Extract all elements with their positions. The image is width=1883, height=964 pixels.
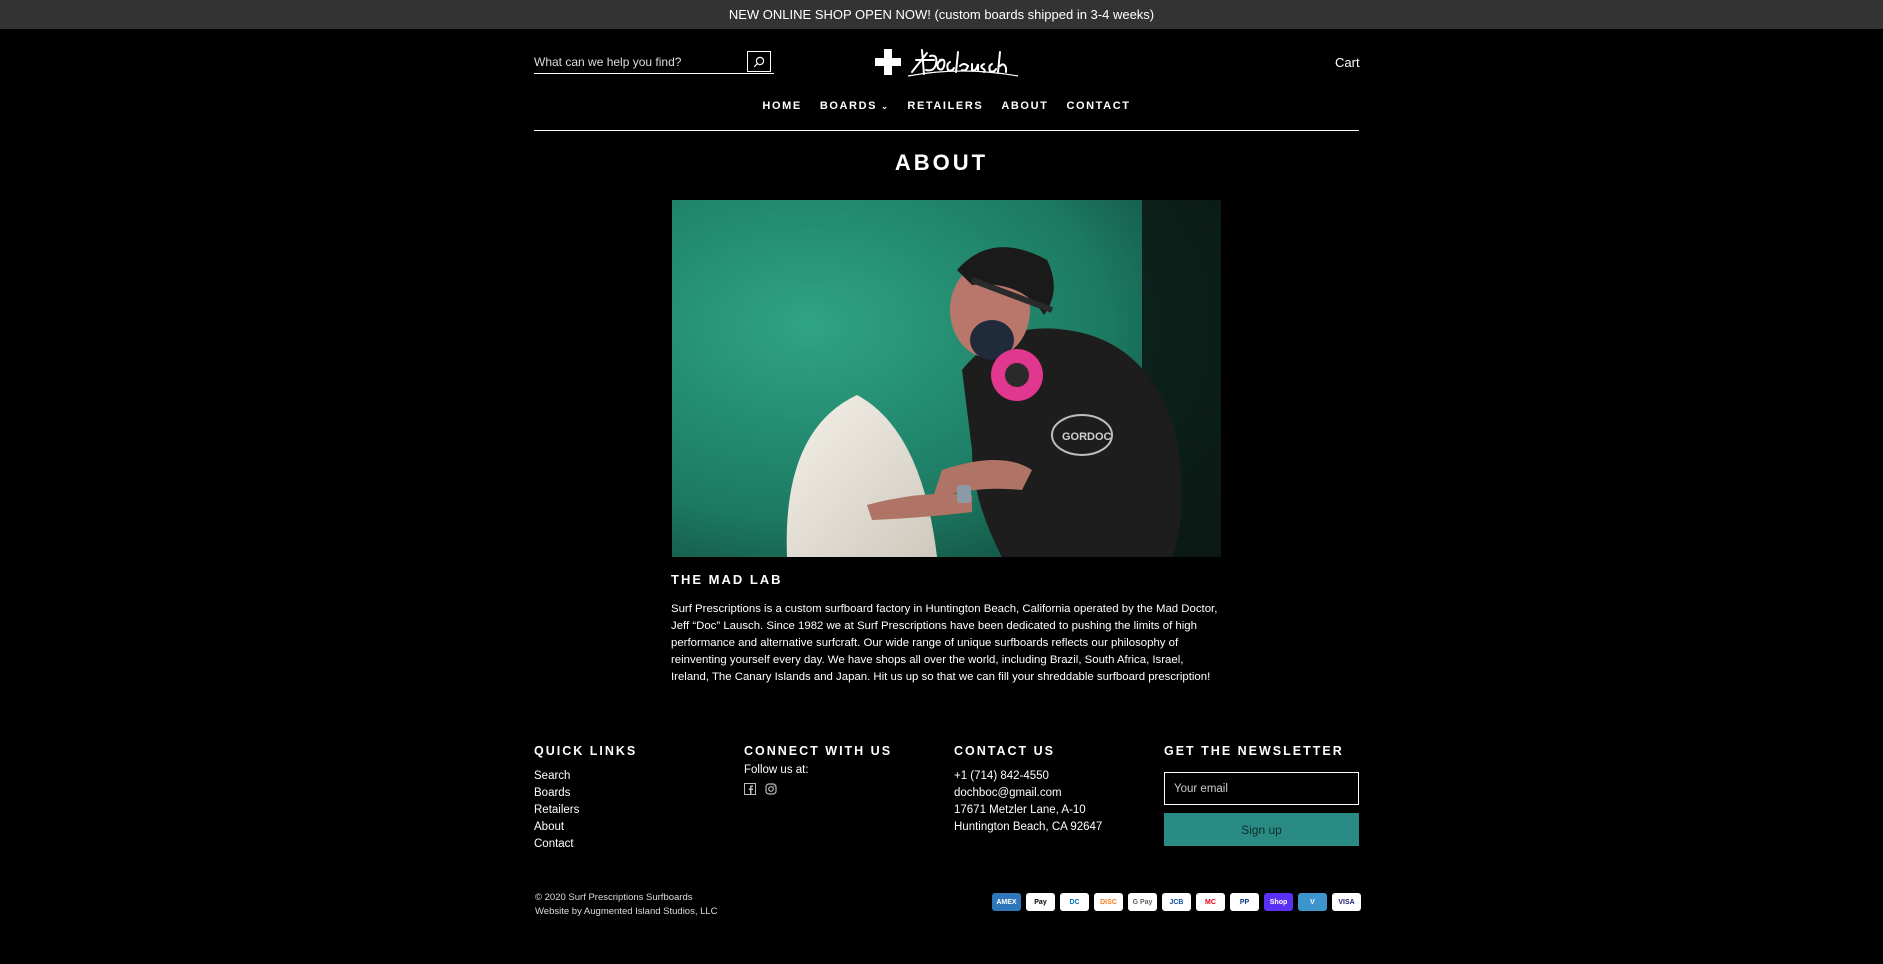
header-divider: [534, 130, 1359, 131]
paypal-icon: PP: [1230, 893, 1259, 911]
google-pay-icon: G Pay: [1128, 893, 1157, 911]
footer-link-contact[interactable]: Contact: [534, 836, 637, 853]
amex-icon: AMEX: [992, 893, 1021, 911]
copyright: © 2020 Surf Prescriptions Surfboards Web…: [535, 891, 718, 919]
main-nav: HOME BOARDS ⌄ RETAILERS ABOUT CONTACT: [534, 100, 1359, 112]
instagram-icon[interactable]: [765, 783, 777, 795]
diners-club-icon: DC: [1060, 893, 1089, 911]
nav-item-boards-label: BOARDS: [819, 100, 878, 112]
nav-item-retailers[interactable]: RETAILERS: [907, 100, 983, 112]
newsletter-signup-button[interactable]: Sign up: [1164, 813, 1359, 846]
facebook-icon[interactable]: [744, 783, 756, 795]
payment-icons: AMEX Pay DC DISC G Pay JCB MC PP Shop V …: [992, 893, 1361, 911]
footer-link-about[interactable]: About: [534, 819, 637, 836]
newsletter-email-input[interactable]: [1164, 772, 1359, 805]
follow-text: Follow us at:: [744, 764, 809, 776]
contact-address-line1: 17671 Metzler Lane, A-10: [954, 804, 1086, 816]
chevron-down-icon: ⌄: [881, 102, 890, 111]
contact-address-line2: Huntington Beach, CA 92647: [954, 821, 1103, 833]
venmo-icon: V: [1298, 893, 1327, 911]
search-input[interactable]: [534, 54, 739, 70]
discover-icon: DISC: [1094, 893, 1123, 911]
footer-heading-quick-links: QUICK LINKS: [534, 744, 638, 758]
footer-heading-contact: CONTACT US: [954, 744, 1056, 758]
footer-heading-newsletter: GET THE NEWSLETTER: [1164, 744, 1344, 758]
search-icon: [753, 56, 765, 67]
mastercard-icon: MC: [1196, 893, 1225, 911]
apple-pay-icon: Pay: [1026, 893, 1055, 911]
footer-connect: CONNECT WITH US Follow us at:: [744, 744, 892, 795]
section-heading: THE MAD LAB: [671, 572, 783, 587]
hero-image: GORDOC: [672, 200, 1221, 557]
announcement-text: NEW ONLINE SHOP OPEN NOW! (custom boards…: [728, 7, 1155, 22]
footer-quick-links: QUICK LINKS Search Boards Retailers Abou…: [534, 744, 637, 853]
jcb-icon: JCB: [1162, 893, 1191, 911]
contact-phone[interactable]: +1 (714) 842-4550: [954, 768, 1102, 785]
copyright-text[interactable]: © 2020 Surf Prescriptions Surfboards: [535, 891, 718, 905]
footer-link-retailers[interactable]: Retailers: [534, 802, 637, 819]
about-body: Surf Prescriptions is a custom surfboard…: [671, 603, 1218, 683]
footer-heading-connect: CONNECT WITH US: [744, 744, 893, 758]
cart-link[interactable]: Cart: [1335, 55, 1360, 70]
footer-newsletter: GET THE NEWSLETTER: [1164, 744, 1344, 768]
credit-text[interactable]: Website by Augmented Island Studios, LLC: [535, 905, 718, 919]
footer-link-search[interactable]: Search: [534, 768, 637, 785]
nav-item-about[interactable]: ABOUT: [1001, 100, 1048, 112]
search-form: [534, 51, 774, 74]
page-title: ABOUT: [894, 150, 989, 175]
site-logo[interactable]: [872, 46, 1022, 80]
nav-item-home[interactable]: HOME: [762, 100, 801, 112]
visa-icon: VISA: [1332, 893, 1361, 911]
nav-item-contact[interactable]: CONTACT: [1066, 100, 1130, 112]
footer-link-boards[interactable]: Boards: [534, 785, 637, 802]
nav-item-boards[interactable]: BOARDS ⌄: [820, 100, 890, 112]
search-button[interactable]: [747, 51, 771, 72]
shop-pay-icon: Shop: [1264, 893, 1293, 911]
footer-contact: CONTACT US +1 (714) 842-4550 dochboc@gma…: [954, 744, 1102, 836]
announcement-bar: NEW ONLINE SHOP OPEN NOW! (custom boards…: [0, 0, 1883, 29]
contact-email[interactable]: dochboc@gmail.com: [954, 785, 1102, 802]
svg-text:GORDOC: GORDOC: [1062, 431, 1112, 443]
